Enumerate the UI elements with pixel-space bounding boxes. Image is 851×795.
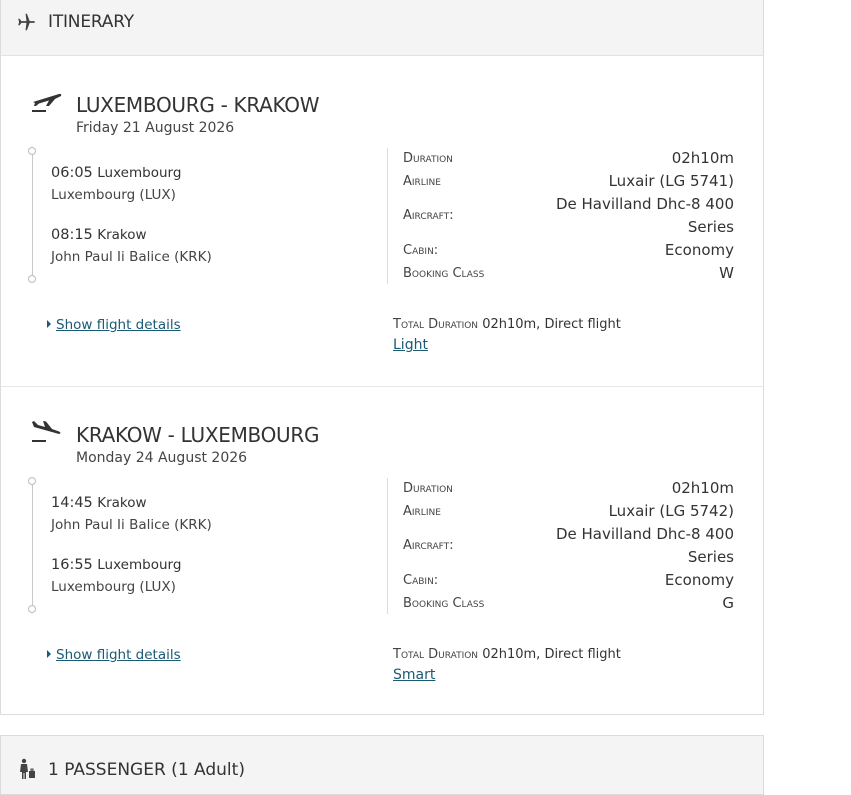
arrival-city: Luxembourg [97, 557, 182, 573]
arrival-city: Krakow [97, 227, 147, 243]
arrival-airport: John Paul Ii Balice (KRK) [51, 249, 212, 265]
departure-time: 14:45 [51, 495, 93, 511]
timeline-end-dot [28, 605, 36, 613]
duration-value: 02h10m [671, 479, 734, 497]
timeline-start-dot [28, 147, 36, 155]
airline-value: Luxair (LG 5741) [608, 172, 734, 190]
passengers-title: 1 PASSENGER (1 Adult) [48, 760, 245, 780]
cabin-label: Cabin: [403, 243, 439, 258]
aircraft-value-line2: Series [687, 218, 734, 236]
fare-family-link[interactable]: Light [393, 337, 428, 353]
arrival-time: 16:55 [51, 557, 93, 573]
arrival-airport: Luxembourg (LUX) [51, 579, 176, 595]
itinerary-header[interactable]: ITINERARY [1, 0, 763, 56]
plane-takeoff-icon [32, 93, 62, 112]
cabin-value: Economy [664, 571, 734, 589]
departure-city: Krakow [97, 495, 147, 511]
departure-airport: Luxembourg (LUX) [51, 187, 176, 203]
flight-leg-return: KRAKOW - LUXEMBOURG Monday 24 August 202… [1, 386, 763, 716]
total-duration-label: Total Duration [393, 647, 479, 662]
fare-family-link[interactable]: Smart [393, 667, 435, 683]
total-duration-value: 02h10m, Direct flight [482, 647, 621, 662]
leg-date: Friday 21 August 2026 [76, 120, 235, 136]
airline-value: Luxair (LG 5742) [608, 502, 734, 520]
duration-value: 02h10m [671, 149, 734, 167]
show-flight-details-label: Show flight details [56, 647, 181, 663]
timeline-line [32, 155, 33, 275]
airline-label: Airline [403, 504, 441, 519]
total-duration-label: Total Duration [393, 317, 479, 332]
booking-class-label: Booking Class [403, 266, 485, 281]
cabin-label: Cabin: [403, 573, 439, 588]
aircraft-value-line1: De Havilland Dhc-8 400 [555, 195, 734, 213]
booking-class-value: W [719, 264, 734, 282]
cabin-value: Economy [664, 241, 734, 259]
departure-airport: John Paul Ii Balice (KRK) [51, 517, 212, 533]
details-divider [387, 148, 388, 284]
leg-date: Monday 24 August 2026 [76, 450, 248, 466]
passengers-panel[interactable]: 1 PASSENGER (1 Adult) [0, 735, 764, 795]
departure-time-row: 06:05 Luxembourg [51, 165, 181, 181]
total-duration: Total Duration 02h10m, Direct flight [393, 647, 621, 662]
arrival-time: 08:15 [51, 227, 93, 243]
caret-right-icon [47, 650, 51, 658]
duration-label: Duration [403, 151, 453, 166]
aircraft-label: Aircraft: [403, 208, 454, 223]
caret-right-icon [47, 320, 51, 328]
passenger-luggage-icon [20, 758, 35, 779]
aircraft-value-line1: De Havilland Dhc-8 400 [555, 525, 734, 543]
departure-time: 06:05 [51, 165, 93, 181]
leg-timeline [27, 147, 39, 283]
total-duration-value: 02h10m, Direct flight [482, 317, 621, 332]
airline-label: Airline [403, 174, 441, 189]
total-duration: Total Duration 02h10m, Direct flight [393, 317, 621, 332]
show-flight-details-link[interactable]: Show flight details [47, 317, 181, 333]
aircraft-label: Aircraft: [403, 538, 454, 553]
aircraft-value-line2: Series [687, 548, 734, 566]
details-divider [387, 478, 388, 614]
itinerary-title: ITINERARY [48, 12, 134, 32]
departure-city: Luxembourg [97, 165, 182, 181]
show-flight-details-label: Show flight details [56, 317, 181, 333]
departure-time-row: 14:45 Krakow [51, 495, 147, 511]
timeline-end-dot [28, 275, 36, 283]
leg-route: KRAKOW - LUXEMBOURG [76, 423, 320, 447]
itinerary-panel: ITINERARY LUXEMBOURG - KRAKOW Friday 21 … [0, 0, 764, 715]
booking-class-label: Booking Class [403, 596, 485, 611]
duration-label: Duration [403, 481, 453, 496]
airplane-icon [18, 13, 35, 31]
show-flight-details-link[interactable]: Show flight details [47, 647, 181, 663]
timeline-line [32, 485, 33, 605]
plane-landing-icon [32, 421, 61, 442]
booking-class-value: G [722, 594, 734, 612]
leg-route: LUXEMBOURG - KRAKOW [76, 93, 320, 117]
arrival-time-row: 16:55 Luxembourg [51, 557, 181, 573]
timeline-start-dot [28, 477, 36, 485]
arrival-time-row: 08:15 Krakow [51, 227, 147, 243]
leg-timeline [27, 477, 39, 613]
flight-leg-outbound: LUXEMBOURG - KRAKOW Friday 21 August 202… [1, 56, 763, 387]
